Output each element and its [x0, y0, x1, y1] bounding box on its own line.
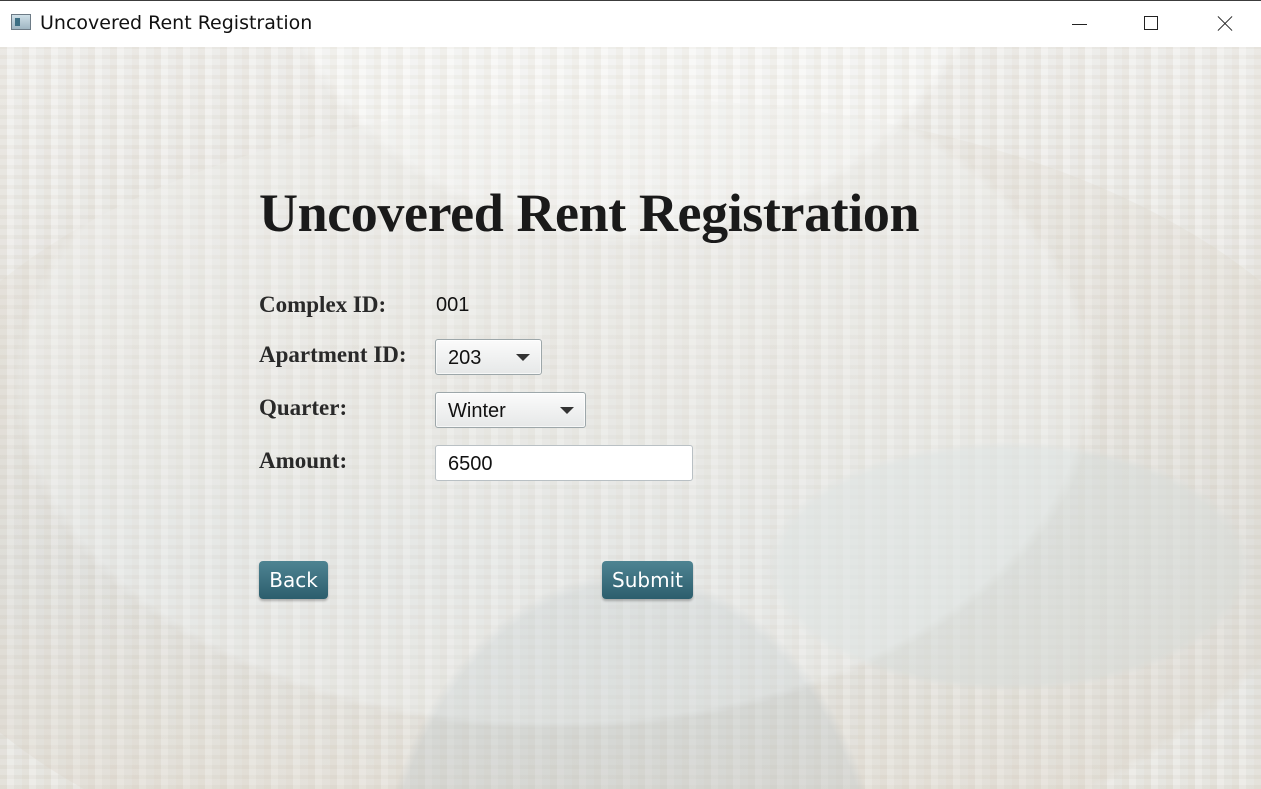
- complex-id-label: Complex ID:: [259, 292, 387, 317]
- maximize-button[interactable]: [1129, 6, 1173, 42]
- form-content: Uncovered Rent Registration Complex ID: …: [0, 47, 1261, 789]
- page-title: Uncovered Rent Registration: [259, 183, 920, 243]
- back-button[interactable]: Back: [259, 561, 328, 599]
- close-button[interactable]: [1203, 6, 1247, 42]
- chevron-down-icon: [516, 354, 530, 361]
- apartment-id-label: Apartment ID:: [259, 342, 407, 367]
- chevron-down-icon: [560, 407, 574, 414]
- amount-label: Amount:: [259, 448, 348, 473]
- apartment-id-select[interactable]: 203: [435, 339, 542, 375]
- complex-id-value: 001: [436, 294, 470, 316]
- quarter-label: Quarter:: [259, 395, 348, 420]
- minimize-button[interactable]: [1058, 6, 1102, 42]
- app-icon: [11, 14, 31, 30]
- quarter-selected: Winter: [448, 400, 506, 422]
- apartment-id-selected: 203: [448, 347, 482, 369]
- maximize-icon: [1144, 16, 1158, 30]
- application-window: Uncovered Rent Registration Uncovered Re…: [0, 0, 1261, 789]
- quarter-select[interactable]: Winter: [435, 392, 586, 428]
- minimize-icon: [1072, 24, 1087, 25]
- window-title: Uncovered Rent Registration: [40, 12, 313, 34]
- submit-button[interactable]: Submit: [602, 561, 693, 599]
- title-bar: Uncovered Rent Registration: [0, 0, 1261, 47]
- amount-input[interactable]: 6500: [435, 445, 693, 481]
- city-background-image: [0, 47, 1261, 789]
